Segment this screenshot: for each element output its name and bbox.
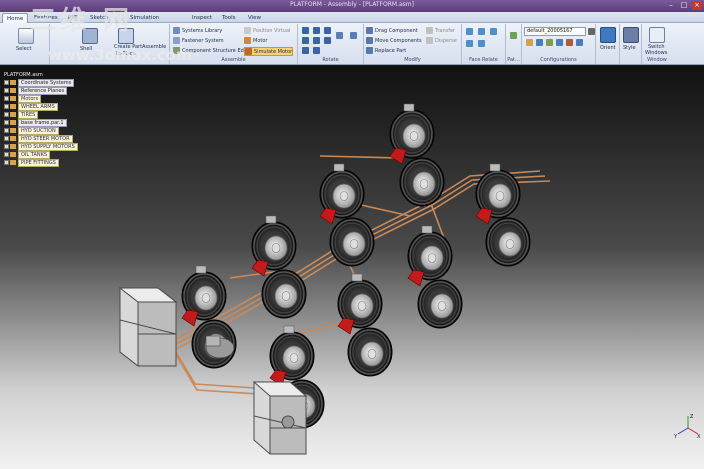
tree-root[interactable]: PLATFORM.asm — [2, 72, 45, 79]
face-relate-icon-5[interactable] — [478, 40, 485, 47]
config-icon-1[interactable] — [526, 39, 533, 46]
disperse-button[interactable]: Disperse — [426, 37, 457, 44]
orient-icon[interactable] — [600, 27, 616, 43]
config-icon-6[interactable] — [576, 39, 583, 46]
rotate-icon-7[interactable] — [302, 47, 309, 54]
face-relate-group: Face Relate — [462, 24, 506, 64]
rotate-group-label: Rotate — [322, 57, 339, 63]
face-relate-icon-1[interactable] — [466, 28, 473, 35]
tree-item-coordinate-systems[interactable]: Coordinate Systems — [4, 79, 75, 87]
face-relate-icon-2[interactable] — [478, 28, 485, 35]
rotate-icon-1[interactable] — [302, 27, 309, 34]
watermark-url: www.3dmox.com — [48, 46, 192, 64]
face-relate-icon-3[interactable] — [490, 28, 497, 35]
close-button[interactable]: × — [692, 1, 702, 10]
move-components-button[interactable]: Move Components — [366, 37, 422, 44]
window-group-label: Window — [647, 57, 667, 63]
modify-group: Drag Component Move Components Replace P… — [364, 24, 462, 64]
rotate-icon-6[interactable] — [324, 37, 331, 44]
tab-home[interactable]: Home — [2, 13, 29, 23]
tree-item-base-frame[interactable]: base frame.par.1 — [4, 119, 67, 127]
rotate-icon-9[interactable] — [336, 32, 343, 39]
axis-triad: Z X Y — [673, 414, 701, 440]
config-icon-5[interactable] — [566, 39, 573, 46]
style-group: Style — [620, 24, 642, 64]
face-relate-icon-4[interactable] — [466, 40, 473, 47]
wheel-unit-4[interactable] — [408, 226, 462, 328]
tree-item-motors[interactable]: Motors — [4, 95, 42, 103]
rotate-icon-10[interactable] — [350, 32, 357, 39]
config-icon-3[interactable] — [546, 39, 553, 46]
rotate-icon-3[interactable] — [324, 27, 331, 34]
pattern-group: Pat... — [506, 24, 522, 64]
wheel-unit-3[interactable] — [320, 164, 374, 266]
simulate-motor-button[interactable]: Simulate Motor — [244, 47, 294, 56]
tree-item-pipe-fittings[interactable]: PIPE FITTINGS — [4, 159, 59, 167]
oil-tank-frame-1[interactable] — [118, 287, 178, 367]
rotate-group: Rotate — [298, 24, 364, 64]
minimize-button[interactable]: – — [666, 1, 676, 10]
tree-item-hyd-steer-motor[interactable]: HYD STEER MOTOR — [4, 135, 73, 143]
tab-tools[interactable]: Tools — [218, 13, 240, 23]
rotate-icon-5[interactable] — [313, 37, 320, 44]
wheel-unit-6[interactable] — [338, 274, 392, 376]
configuration-close-icon[interactable] — [588, 28, 595, 35]
assembly-model[interactable]: Z X Y — [0, 66, 704, 469]
orient-button[interactable]: Orient — [600, 45, 616, 51]
windows-label: Windows — [645, 50, 668, 56]
configuration-select[interactable]: default_20005167 — [524, 27, 586, 36]
tree-item-tires[interactable]: TIRES — [4, 111, 39, 119]
tree-item-hyd-supply-motors[interactable]: HYD SUPPLY MOTORS — [4, 143, 78, 151]
modify-group-label: Modify — [404, 57, 421, 63]
wheel-unit-1[interactable] — [390, 104, 444, 206]
systems-library-button[interactable]: Systems Library — [173, 27, 222, 34]
rotate-icon-4[interactable] — [302, 37, 309, 44]
tree-item-wheel-arms[interactable]: WHEEL ARMS — [4, 103, 58, 111]
configurations-group-label: Configurations — [540, 57, 577, 63]
config-icon-4[interactable] — [556, 39, 563, 46]
oil-tank-frame-2[interactable] — [252, 381, 308, 455]
tree-item-oil-tanks[interactable]: OIL TANKS — [4, 151, 51, 159]
config-icon-2[interactable] — [536, 39, 543, 46]
orient-group: Orient — [596, 24, 620, 64]
wheel-unit-5[interactable] — [252, 216, 306, 318]
rotate-icon-2[interactable] — [313, 27, 320, 34]
pattern-icon[interactable] — [510, 32, 517, 39]
select-button[interactable]: Select — [16, 46, 31, 52]
wheel-unit-2[interactable] — [476, 164, 530, 266]
tree-item-reference-planes[interactable]: Reference Planes — [4, 87, 68, 95]
rotate-icon-8[interactable] — [313, 47, 320, 54]
configurations-group: default_20005167 Configurations — [522, 24, 596, 64]
switch-windows-icon[interactable] — [649, 27, 665, 43]
tab-view[interactable]: View — [244, 13, 265, 23]
motor-button[interactable]: Motor — [244, 37, 267, 44]
watermark-logo: 三维 网 — [30, 6, 134, 36]
style-icon[interactable] — [623, 27, 639, 43]
fastener-system-button[interactable]: Fastener System — [173, 37, 224, 44]
style-button[interactable]: Style — [623, 45, 636, 51]
pattern-group-label: Pat... — [507, 57, 520, 63]
triad-z-label: Z — [690, 414, 694, 420]
triad-x-label: X — [697, 434, 701, 440]
triad-y-label: Y — [673, 434, 678, 440]
tab-inspect[interactable]: Inspect — [188, 13, 216, 23]
replace-part-button[interactable]: Replace Part — [366, 47, 406, 54]
tree-item-hyd-suction[interactable]: HYD SUCTION — [4, 127, 59, 135]
window-group: Switch Windows Window — [642, 24, 672, 64]
transfer-button[interactable]: Transfer — [426, 27, 455, 34]
face-relate-group-label: Face Relate — [469, 57, 498, 63]
drag-component-button[interactable]: Drag Component — [366, 27, 418, 34]
maximize-button[interactable]: □ — [679, 1, 689, 10]
position-virtual-button[interactable]: Position Virtual — [244, 27, 290, 34]
